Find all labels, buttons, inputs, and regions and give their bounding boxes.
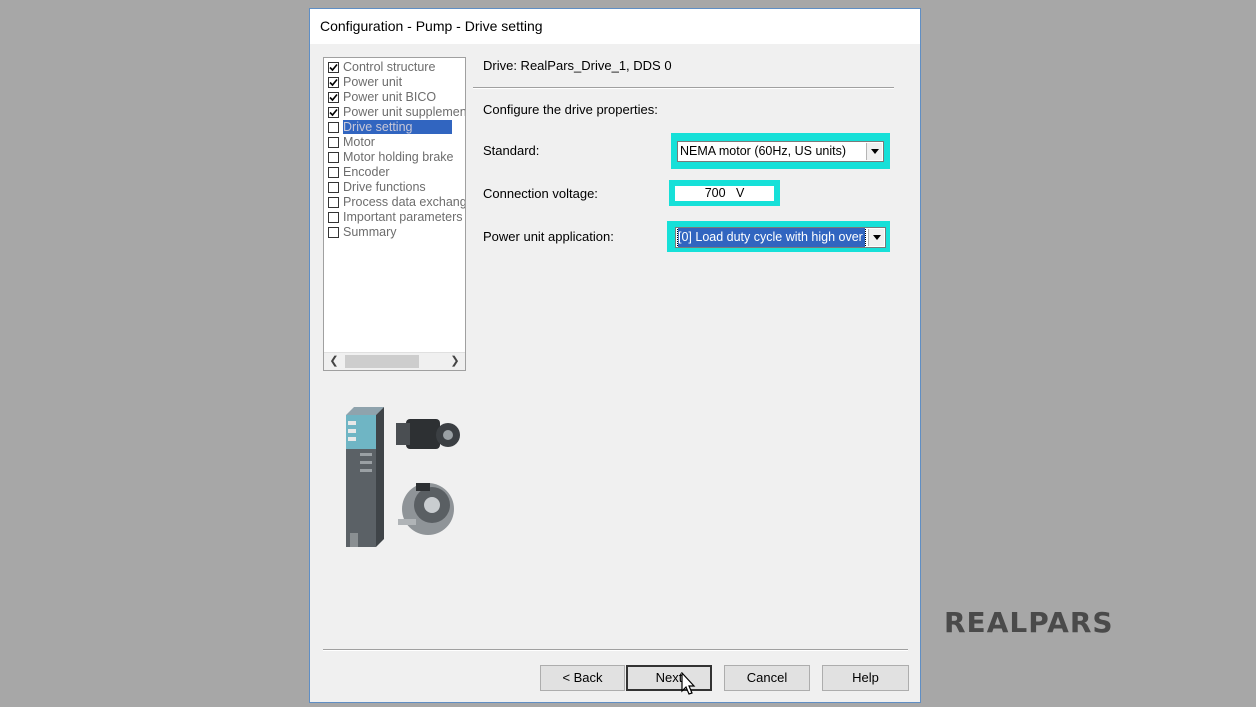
checkmark-icon <box>329 78 338 87</box>
voltage-unit: V <box>735 186 745 200</box>
back-button[interactable]: < Back <box>540 665 625 691</box>
wizard-step-label: Encoder <box>343 165 390 179</box>
wizard-step-item[interactable]: Encoder <box>327 165 465 180</box>
checkbox-unchecked[interactable] <box>328 122 339 133</box>
drive-hardware-image <box>346 407 460 547</box>
header-divider <box>473 87 894 89</box>
wizard-step-item[interactable]: Drive setting <box>327 120 465 135</box>
checkbox-checked[interactable] <box>328 62 339 73</box>
wizard-step-label: Power unit <box>343 75 403 89</box>
checkbox-checked[interactable] <box>328 107 339 118</box>
configure-instructions: Configure the drive properties: <box>483 102 658 117</box>
checkbox-unchecked[interactable] <box>328 212 339 223</box>
dialog-title: Configuration - Pump - Drive setting <box>310 9 920 44</box>
wizard-step-item[interactable]: Important parameters <box>327 210 465 225</box>
standard-dropdown[interactable]: NEMA motor (60Hz, US units) <box>677 141 884 162</box>
voltage-highlight: 700 V <box>669 180 780 206</box>
help-button[interactable]: Help <box>822 665 909 691</box>
dropdown-button[interactable] <box>866 143 882 160</box>
wizard-step-item[interactable]: Summary <box>327 225 465 240</box>
wizard-step-label: Power unit BICO <box>343 90 437 104</box>
connection-voltage-label: Connection voltage: <box>483 186 598 201</box>
checkbox-checked[interactable] <box>328 77 339 88</box>
wizard-step-item[interactable]: Power unit <box>327 75 465 90</box>
realpars-logo: REALPARS <box>944 606 1114 639</box>
checkbox-unchecked[interactable] <box>328 152 339 163</box>
checkbox-unchecked[interactable] <box>328 197 339 208</box>
wizard-step-item[interactable]: Power unit BICO <box>327 90 465 105</box>
checkbox-unchecked[interactable] <box>328 167 339 178</box>
drive-label: Drive: RealPars_Drive_1, DDS 0 <box>483 58 672 73</box>
standard-label: Standard: <box>483 143 540 158</box>
wizard-step-item[interactable]: Control structure <box>327 60 465 75</box>
wizard-step-list: Control structure Power unit Power unit BI… <box>323 57 466 371</box>
checkbox-unchecked[interactable] <box>328 182 339 193</box>
wizard-step-item[interactable]: Drive functions <box>327 180 465 195</box>
standard-highlight: NEMA motor (60Hz, US units) <box>671 133 890 169</box>
checkmark-icon <box>329 108 338 117</box>
wizard-step-item[interactable]: Power unit supplement <box>327 105 465 120</box>
wizard-step-label: Power unit supplement <box>343 105 465 119</box>
voltage-value: 700 <box>704 186 726 200</box>
power-unit-application-value: [0] Load duty cycle with high over <box>677 228 866 247</box>
checkmark-icon <box>329 93 338 102</box>
wizard-step-label: Control structure <box>343 60 436 74</box>
logo-text: REALPARS <box>944 606 1114 639</box>
wizard-step-label: Motor <box>343 135 375 149</box>
chevron-right-icon[interactable]: ❯ <box>448 354 462 369</box>
wizard-step-items: Control structure Power unit Power unit BI… <box>327 60 465 240</box>
connection-voltage-field[interactable]: 700 V <box>675 186 774 201</box>
wizard-step-label: Motor holding brake <box>343 150 454 164</box>
checkmark-icon <box>329 63 338 72</box>
wizard-step-label: Summary <box>343 225 397 239</box>
scrollbar-thumb[interactable] <box>345 355 419 368</box>
chevron-left-icon[interactable]: ❮ <box>327 354 341 369</box>
power-unit-application-dropdown[interactable]: [0] Load duty cycle with high over <box>675 227 886 248</box>
chevron-down-icon <box>873 235 881 240</box>
wizard-step-item[interactable]: Motor holding brake <box>327 150 465 165</box>
cancel-button[interactable]: Cancel <box>724 665 810 691</box>
checkbox-checked[interactable] <box>328 92 339 103</box>
wizard-step-label: Important parameters <box>343 210 463 224</box>
wizard-step-label: Drive functions <box>343 180 426 194</box>
wizard-step-item[interactable]: Process data exchang <box>327 195 465 210</box>
footer-divider <box>323 649 908 651</box>
wizard-step-label: Drive setting <box>343 120 453 134</box>
power-unit-application-highlight: [0] Load duty cycle with high over <box>667 221 890 252</box>
standard-value: NEMA motor (60Hz, US units) <box>680 144 847 158</box>
checkbox-unchecked[interactable] <box>328 227 339 238</box>
wizard-step-label: Process data exchang <box>343 195 465 209</box>
wizard-step-item[interactable]: Motor <box>327 135 465 150</box>
horizontal-scrollbar[interactable]: ❮ ❯ <box>324 352 465 370</box>
next-button[interactable]: Next <box>626 665 712 691</box>
dropdown-button[interactable] <box>868 229 884 246</box>
power-unit-application-label: Power unit application: <box>483 229 614 244</box>
mouse-pointer-icon <box>681 672 696 695</box>
chevron-down-icon <box>871 149 879 154</box>
configuration-dialog: Configuration - Pump - Drive setting Con… <box>309 8 921 703</box>
checkbox-unchecked[interactable] <box>328 137 339 148</box>
